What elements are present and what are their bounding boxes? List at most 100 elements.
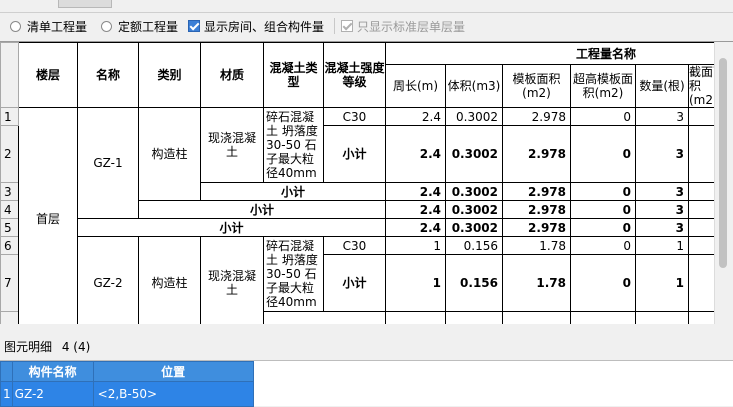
high-formwork-area-cell — [570, 311, 636, 324]
detail-count: 4 (4) — [61, 340, 91, 354]
volume-cell: 0.3002 — [445, 182, 503, 201]
subtotal-label-cell: 小计 — [323, 125, 386, 183]
detail-title-text: 图元明细 — [4, 340, 53, 354]
position-cell[interactable]: <2,B-50> — [92, 381, 254, 407]
subtotal-label-cell: 小计 — [77, 218, 386, 237]
subtotal-label-cell: 小计 — [200, 182, 386, 201]
option-label: 显示房间、组合构件量 — [204, 19, 325, 34]
count-cell: 3 — [635, 218, 689, 237]
count-cell: 3 — [635, 125, 689, 183]
table-row[interactable]: 1 首层 GZ-1 构造柱 现浇混凝土 碎石混凝土 坍落度30-50 石子最大粒… — [0, 107, 729, 324]
high-formwork-area-cell: 0 — [570, 236, 636, 255]
report-tab[interactable] — [58, 0, 112, 8]
grade-cell: C30 — [323, 236, 386, 255]
high-formwork-area-cell: 0 — [570, 182, 636, 201]
high-formwork-area-cell: 0 — [570, 200, 636, 219]
perimeter-cell — [385, 311, 446, 324]
formwork-area-cell — [502, 311, 571, 324]
option-quota-quantity[interactable]: 定额工程量 — [101, 18, 178, 35]
detail-grid[interactable]: 构件名称 位置 1 GZ-2 <2,B-50> — [0, 360, 733, 407]
header-quantity-group: 工程量名称 — [385, 42, 729, 65]
header-concrete-type[interactable]: 混凝土类型 — [263, 42, 324, 108]
perimeter-cell: 2.4 — [385, 200, 446, 219]
options-bar: 清单工程量 定额工程量 显示房间、组合构件量 只显示标准层单层量 — [0, 13, 733, 39]
quantity-grid[interactable]: 楼层 名称 类别 材质 混凝土类型 混凝土强度等级 工程量名称 周长(m) 体积… — [0, 41, 733, 324]
detail-table: 构件名称 位置 1 GZ-2 <2,B-50> — [0, 361, 254, 407]
volume-cell: 0.156 — [445, 236, 503, 255]
header-position[interactable]: 位置 — [92, 361, 254, 382]
material-cell: 现浇混凝土 — [200, 236, 264, 324]
concrete-type-cell: 碎石混凝土 坍落度30-50 石子最大粒径40mm — [263, 236, 324, 312]
top-tab-strip — [0, 0, 733, 13]
option-standard-floor-only: 只显示标准层单层量 — [341, 18, 465, 35]
header-name[interactable]: 名称 — [77, 42, 139, 108]
volume-cell: 0.156 — [445, 254, 503, 312]
category-cell: 构造柱 — [138, 236, 201, 324]
name-cell: GZ-2 — [77, 236, 139, 324]
perimeter-cell: 2.4 — [385, 218, 446, 237]
checkbox-checked-icon[interactable] — [188, 20, 201, 32]
high-formwork-area-cell: 0 — [570, 254, 636, 312]
table-row[interactable]: 5 小计 2.4 0.3002 2.978 0 3 — [0, 218, 729, 237]
header-material[interactable]: 材质 — [200, 42, 264, 108]
radio-icon[interactable] — [101, 20, 113, 32]
header-category[interactable]: 类别 — [138, 42, 201, 108]
row-number: 7 — [0, 254, 19, 312]
formwork-area-cell: 2.978 — [502, 218, 571, 237]
option-show-room-components[interactable]: 显示房间、组合构件量 — [188, 18, 324, 35]
perimeter-cell: 2.4 — [385, 107, 446, 126]
corner-cell — [0, 42, 19, 108]
volume-cell: 0.3002 — [445, 107, 503, 126]
header-high-formwork-area[interactable]: 超高模板面积(m2) — [570, 64, 636, 108]
component-name-cell[interactable]: GZ-2 — [11, 381, 94, 407]
row-number: 3 — [0, 182, 19, 201]
row-number: 2 — [0, 125, 19, 183]
header-volume[interactable]: 体积(m3) — [445, 64, 503, 108]
count-cell — [635, 311, 689, 324]
option-quantity-list[interactable]: 清单工程量 — [10, 18, 87, 35]
subtotal-label-cell — [263, 311, 386, 324]
divider — [334, 18, 336, 34]
subtotal-label-cell: 小计 — [138, 200, 386, 219]
perimeter-cell: 2.4 — [385, 182, 446, 201]
header-formwork-area[interactable]: 模板面积(m2) — [502, 64, 571, 108]
count-cell: 3 — [635, 182, 689, 201]
header-perimeter[interactable]: 周长(m) — [385, 64, 446, 108]
header-count[interactable]: 数量(根) — [635, 64, 689, 108]
high-formwork-area-cell: 0 — [570, 107, 636, 126]
table-row[interactable]: 6 GZ-2 构造柱 现浇混凝土 碎石混凝土 坍落度30-50 石子最大粒径40… — [0, 236, 729, 324]
radio-icon[interactable] — [10, 20, 21, 32]
count-cell: 3 — [635, 200, 689, 219]
material-cell: 现浇混凝土 — [200, 107, 264, 183]
count-cell: 3 — [635, 107, 689, 126]
floor-cell: 首层 — [18, 107, 78, 324]
row-number: 4 — [0, 200, 19, 219]
perimeter-cell: 2.4 — [385, 125, 446, 183]
volume-cell: 0.3002 — [445, 125, 503, 183]
header-floor[interactable]: 楼层 — [18, 42, 78, 108]
high-formwork-area-cell: 0 — [570, 218, 636, 237]
row-number: 5 — [0, 218, 19, 237]
subtotal-label-cell: 小计 — [323, 254, 386, 312]
row-number: 6 — [0, 236, 19, 255]
scrollbar-thumb[interactable] — [719, 58, 727, 268]
table-row[interactable]: 1 GZ-2 <2,B-50> — [0, 381, 254, 407]
checkbox-disabled-icon — [341, 20, 354, 32]
perimeter-cell: 1 — [385, 236, 446, 255]
corner-cell — [0, 361, 13, 382]
vertical-scrollbar[interactable] — [714, 42, 733, 324]
option-label: 只显示标准层单层量 — [357, 19, 466, 34]
grade-cell: C30 — [323, 107, 386, 126]
formwork-area-cell: 2.978 — [502, 107, 571, 126]
name-cell: GZ-1 — [77, 107, 139, 219]
count-cell: 1 — [635, 254, 689, 312]
volume-cell: 0.3002 — [445, 200, 503, 219]
formwork-area-cell: 2.978 — [502, 182, 571, 201]
header-concrete-grade[interactable]: 混凝土强度等级 — [323, 42, 386, 108]
header-component-name[interactable]: 构件名称 — [11, 361, 94, 382]
volume-cell — [445, 311, 503, 324]
perimeter-cell: 1 — [385, 254, 446, 312]
row-number: 1 — [0, 107, 19, 126]
count-cell: 1 — [635, 236, 689, 255]
category-cell: 构造柱 — [138, 107, 201, 201]
